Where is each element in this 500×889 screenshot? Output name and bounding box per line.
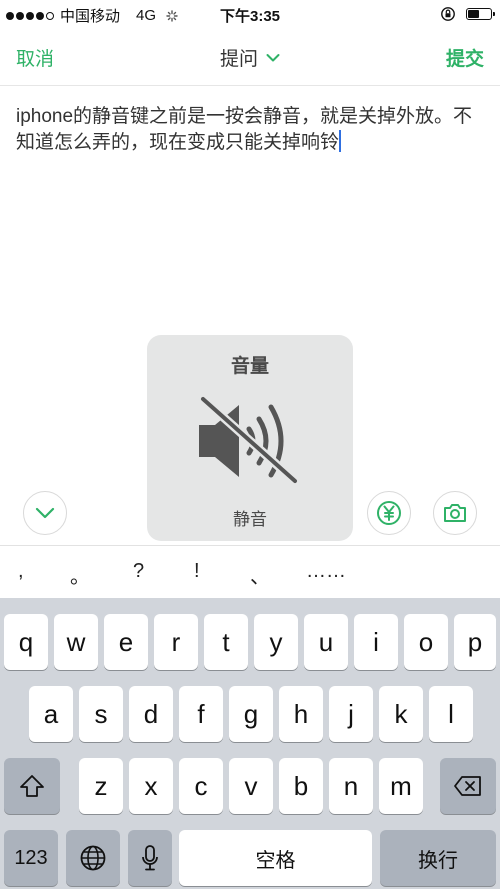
volume-state-label: 静音 — [233, 510, 267, 529]
nav-bar: 取消 提问 提交 — [0, 28, 500, 86]
collapse-keyboard-button[interactable] — [23, 491, 67, 535]
key-d[interactable]: d — [129, 686, 173, 742]
key-v[interactable]: v — [229, 758, 273, 814]
key-t[interactable]: t — [204, 614, 248, 670]
backspace-key[interactable] — [440, 758, 496, 814]
rotation-lock-icon — [441, 7, 455, 21]
microphone-key[interactable] — [128, 830, 172, 886]
key-h[interactable]: h — [279, 686, 323, 742]
reward-button[interactable] — [367, 491, 411, 535]
key-u[interactable]: u — [304, 614, 348, 670]
punct-key-enumeration[interactable]: 、 — [250, 560, 270, 589]
key-r[interactable]: r — [154, 614, 198, 670]
shift-icon — [20, 775, 44, 797]
numbers-key[interactable]: 123 — [4, 830, 58, 886]
key-p[interactable]: p — [454, 614, 496, 670]
key-b[interactable]: b — [279, 758, 323, 814]
volume-hud-title: 音量 — [230, 356, 269, 377]
add-photo-button[interactable] — [433, 491, 477, 535]
key-g[interactable]: g — [229, 686, 273, 742]
key-k[interactable]: k — [379, 686, 423, 742]
key-l[interactable]: l — [429, 686, 473, 742]
space-key[interactable]: 空格 — [179, 830, 372, 886]
globe-key[interactable] — [66, 830, 120, 886]
key-y[interactable]: y — [254, 614, 298, 670]
punct-key-ellipsis[interactable]: …… — [306, 560, 346, 583]
backspace-icon — [454, 776, 481, 796]
punct-key-comma[interactable]: , — [18, 560, 24, 583]
key-f[interactable]: f — [179, 686, 223, 742]
punct-key-exclamation[interactable]: ! — [194, 560, 200, 583]
status-right — [440, 6, 495, 22]
volume-hud: 音量 静音 — [147, 335, 353, 541]
key-w[interactable]: w — [54, 614, 98, 670]
text-cursor — [339, 130, 342, 152]
key-s[interactable]: s — [79, 686, 123, 742]
key-z[interactable]: z — [79, 758, 123, 814]
key-o[interactable]: o — [404, 614, 448, 670]
keyboard: q w e r t y u i o p a s d f g h j k l z … — [0, 598, 500, 889]
globe-icon — [80, 845, 106, 871]
chevron-down-icon — [266, 53, 280, 62]
key-m[interactable]: m — [379, 758, 423, 814]
key-a[interactable]: a — [29, 686, 73, 742]
question-type-selector[interactable]: 提问 — [0, 44, 500, 71]
speaker-muted-icon — [198, 394, 300, 486]
shift-key[interactable] — [4, 758, 60, 814]
nav-title: 提问 — [219, 49, 258, 70]
battery-icon — [466, 8, 495, 20]
status-time: 下午3:35 — [219, 8, 281, 25]
key-q[interactable]: q — [4, 614, 48, 670]
key-e[interactable]: e — [104, 614, 148, 670]
question-text: iphone的静音键之前是一按会静音，就是关掉外放。不知道怎么弄的，现在变成只能… — [16, 106, 473, 153]
key-n[interactable]: n — [329, 758, 373, 814]
chevron-down-icon — [35, 507, 55, 519]
submit-button[interactable]: 提交 — [446, 44, 484, 71]
question-text-area[interactable]: iphone的静音键之前是一按会静音，就是关掉外放。不知道怎么弄的，现在变成只能… — [16, 104, 486, 156]
status-bar: 中国移动 4G 下午3:35 — [0, 0, 500, 28]
yuan-icon — [377, 501, 401, 525]
punct-key-question[interactable]: ? — [133, 560, 144, 583]
key-j[interactable]: j — [329, 686, 373, 742]
key-c[interactable]: c — [179, 758, 223, 814]
microphone-icon — [142, 845, 158, 871]
punct-key-period[interactable]: 。 — [70, 560, 90, 589]
key-i[interactable]: i — [354, 614, 398, 670]
camera-icon — [444, 504, 466, 522]
key-x[interactable]: x — [129, 758, 173, 814]
return-key[interactable]: 换行 — [380, 830, 496, 886]
punctuation-bar: , 。 ? ! 、 …… — [0, 546, 500, 598]
